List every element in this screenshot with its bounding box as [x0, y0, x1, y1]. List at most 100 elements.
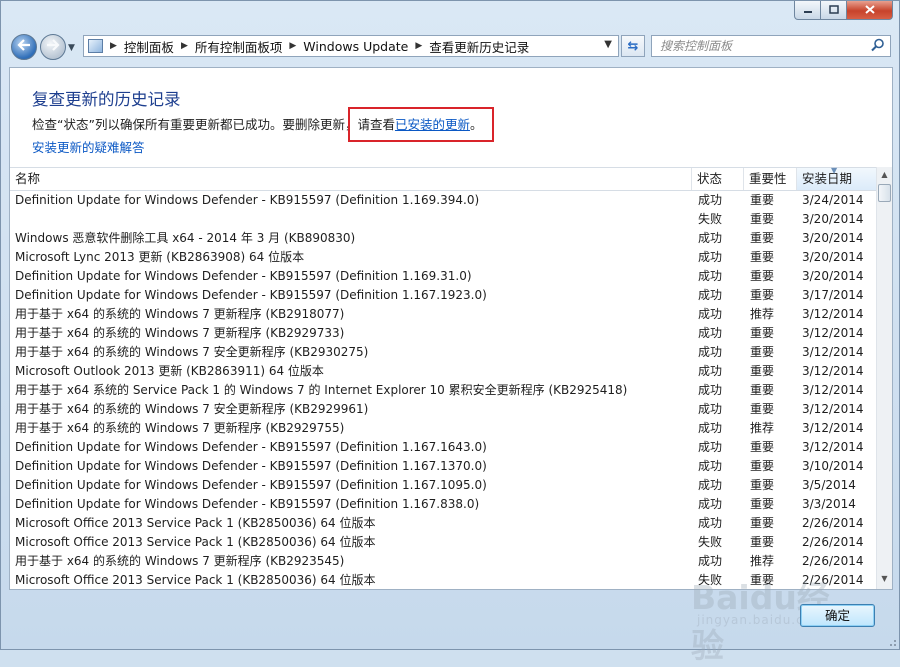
table-row[interactable]: Microsoft Lync 2013 更新 (KB2863908) 64 位版… [10, 248, 876, 267]
scroll-thumb[interactable] [878, 184, 891, 202]
table-row[interactable]: 用于基于 x64 系统的 Service Pack 1 的 Windows 7 … [10, 381, 876, 400]
cell-date: 3/20/2014 [802, 212, 864, 226]
scroll-down-arrow-icon: ▼ [881, 574, 888, 583]
cell-importance: 重要 [750, 269, 775, 283]
cell-date: 3/5/2014 [802, 478, 856, 492]
refresh-button[interactable]: ⇆ [621, 35, 645, 57]
update-history-window: ▼ ▶ 控制面板 ▶ 所有控制面板项 ▶ Windows Update ▶ 查看… [0, 0, 900, 665]
update-history-table: 名称 状态 重要性 安装日期 ▼ Definition Update for W… [10, 167, 892, 589]
cell-date: 3/20/2014 [802, 250, 864, 264]
breadcrumb-separator-icon[interactable]: ▶ [415, 41, 422, 51]
cell-importance: 推荐 [750, 307, 775, 321]
cell-name: Definition Update for Windows Defender -… [15, 459, 487, 473]
cell-status: 成功 [698, 307, 723, 321]
table-row[interactable]: Definition Update for Windows Defender -… [10, 286, 876, 305]
cell-status: 失败 [698, 573, 723, 587]
scroll-up-button[interactable]: ▲ [877, 167, 892, 183]
scroll-down-button[interactable]: ▼ [877, 571, 892, 587]
vertical-scrollbar[interactable]: ▲ ▼ [876, 167, 892, 589]
address-bar[interactable]: ▶ 控制面板 ▶ 所有控制面板项 ▶ Windows Update ▶ 查看更新… [83, 35, 619, 57]
red-highlight-annotation [348, 107, 494, 142]
cell-name: Definition Update for Windows Defender -… [15, 269, 472, 283]
column-header-importance[interactable]: 重要性 [744, 168, 797, 190]
cell-importance: 重要 [750, 497, 775, 511]
cell-status: 成功 [698, 421, 723, 435]
cell-name [15, 210, 687, 229]
cell-date: 3/12/2014 [802, 364, 864, 378]
control-panel-icon [88, 39, 103, 53]
column-header-name[interactable]: 名称 [10, 168, 692, 190]
address-dropdown-icon[interactable]: ▼ [604, 39, 612, 50]
table-row[interactable]: 用于基于 x64 的系统的 Windows 7 更新程序 (KB2918077)… [10, 305, 876, 324]
table-row[interactable]: Definition Update for Windows Defender -… [10, 457, 876, 476]
cell-importance: 重要 [750, 516, 775, 530]
back-button[interactable] [11, 34, 37, 60]
cell-date: 3/12/2014 [802, 326, 864, 340]
column-header-date[interactable]: 安装日期 ▼ [797, 167, 876, 190]
scroll-up-arrow-icon: ▲ [881, 170, 888, 179]
cell-name: Windows 恶意软件删除工具 x64 - 2014 年 3 月 (KB890… [15, 231, 356, 245]
search-box[interactable] [651, 35, 891, 57]
table-row[interactable]: Definition Update for Windows Defender -… [10, 267, 876, 286]
cell-date: 2/26/2014 [802, 554, 864, 568]
sort-arrow-icon: ▼ [831, 167, 838, 175]
close-button[interactable] [847, 1, 893, 20]
cell-name: Microsoft Office 2013 Service Pack 1 (KB… [15, 535, 376, 549]
column-header-date-label: 安装日期 [802, 171, 853, 186]
table-row[interactable]: 用于基于 x64 的系统的 Windows 7 更新程序 (KB2929733)… [10, 324, 876, 343]
table-row[interactable]: Microsoft Office 2013 Service Pack 1 (KB… [10, 571, 876, 589]
cell-date: 3/24/2014 [802, 193, 864, 207]
troubleshoot-link[interactable]: 安装更新的疑难解答 [32, 137, 145, 156]
cell-importance: 重要 [750, 383, 775, 397]
breadcrumb-separator-icon[interactable]: ▶ [289, 41, 296, 51]
cell-status: 成功 [698, 326, 723, 340]
resize-grip-icon[interactable] [887, 637, 897, 647]
page-title: 复查更新的历史记录 [32, 90, 181, 109]
cell-name: 用于基于 x64 的系统的 Windows 7 安全更新程序 (KB293027… [15, 345, 369, 359]
cell-importance: 重要 [750, 459, 775, 473]
breadcrumb-separator-icon[interactable]: ▶ [181, 41, 188, 51]
table-row[interactable]: Microsoft Office 2013 Service Pack 1 (KB… [10, 514, 876, 533]
table-row[interactable]: Windows 恶意软件删除工具 x64 - 2014 年 3 月 (KB890… [10, 229, 876, 248]
breadcrumb-windows-update[interactable]: Windows Update [303, 39, 408, 54]
cell-date: 3/12/2014 [802, 383, 864, 397]
breadcrumb-control-panel[interactable]: 控制面板 [124, 37, 174, 56]
cell-importance: 重要 [750, 250, 775, 264]
table-row[interactable]: Microsoft Outlook 2013 更新 (KB2863911) 64… [10, 362, 876, 381]
cell-name: Definition Update for Windows Defender -… [15, 193, 480, 207]
table-row[interactable]: 用于基于 x64 的系统的 Windows 7 更新程序 (KB2929755)… [10, 419, 876, 438]
cell-importance: 重要 [750, 402, 775, 416]
ok-button[interactable]: 确定 [800, 604, 875, 627]
cell-importance: 重要 [750, 326, 775, 340]
search-input[interactable] [660, 37, 860, 55]
breadcrumb-separator-icon[interactable]: ▶ [110, 41, 117, 51]
cell-status: 成功 [698, 231, 723, 245]
breadcrumb-view-history[interactable]: 查看更新历史记录 [429, 37, 529, 56]
forward-button[interactable] [40, 34, 66, 60]
minimize-icon [803, 4, 813, 17]
table-row[interactable]: Definition Update for Windows Defender -… [10, 191, 876, 210]
caption-buttons [794, 1, 893, 20]
cell-importance: 重要 [750, 364, 775, 378]
cell-importance: 重要 [750, 535, 775, 549]
table-row[interactable]: 用于基于 x64 的系统的 Windows 7 安全更新程序 (KB292996… [10, 400, 876, 419]
cell-date: 3/3/2014 [802, 497, 856, 511]
table-row[interactable]: 用于基于 x64 的系统的 Windows 7 更新程序 (KB2923545)… [10, 552, 876, 571]
table-row[interactable]: Definition Update for Windows Defender -… [10, 438, 876, 457]
close-icon [864, 4, 875, 17]
search-icon[interactable] [871, 38, 885, 52]
recent-pages-dropdown[interactable]: ▼ [68, 43, 75, 53]
minimize-button[interactable] [794, 1, 821, 20]
maximize-button[interactable] [821, 1, 847, 20]
column-header-status[interactable]: 状态 [692, 168, 744, 190]
table-row[interactable]: Definition Update for Windows Defender -… [10, 495, 876, 514]
cell-status: 成功 [698, 459, 723, 473]
breadcrumb-all-items[interactable]: 所有控制面板项 [195, 37, 283, 56]
table-row[interactable]: 用于基于 x64 的系统的 Windows 7 安全更新程序 (KB293027… [10, 343, 876, 362]
table-row[interactable]: Microsoft Office 2013 Service Pack 1 (KB… [10, 533, 876, 552]
cell-importance: 重要 [750, 231, 775, 245]
cell-status: 成功 [698, 383, 723, 397]
table-row[interactable]: 失败 重要 3/20/2014 [10, 210, 876, 229]
table-row[interactable]: Definition Update for Windows Defender -… [10, 476, 876, 495]
cell-importance: 重要 [750, 573, 775, 587]
